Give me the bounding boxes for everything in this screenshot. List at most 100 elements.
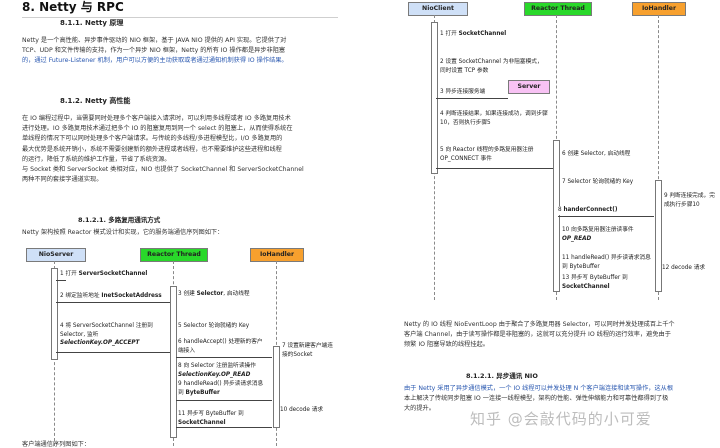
client-step-8-arrow — [558, 216, 654, 217]
client-step-13: 13 异步写 ByteBuffer 到 SocketChannel — [562, 274, 654, 291]
step-number: 2 — [60, 293, 64, 299]
step-number: 7 — [562, 179, 566, 185]
step-6-arrow — [176, 357, 272, 358]
iohandler-activation — [273, 346, 280, 428]
step-text: 向 Selector 注册监听读操作 — [183, 363, 256, 369]
iohandler-activation — [655, 180, 662, 292]
text-line: Netty 是一个高性能、异步事件驱动的 NIO 框架，基于 JAVA NIO … — [22, 37, 287, 44]
iohandler-lifeline-box: IoHandler — [250, 248, 304, 262]
client-step-3: 3 异步连接服务端 — [440, 88, 486, 97]
step-number: 1 — [60, 271, 64, 277]
step-2: 2 绑定监听地址 InetSocketAddress — [60, 292, 162, 301]
text-line: 的运行，降低了系统的维护工作量，节省了系统资源。 — [22, 155, 171, 163]
step-bold: SocketChannel — [178, 419, 226, 426]
step-number: 4 — [60, 323, 64, 329]
step-11: 11 异步写 ByteBuffer 到 SocketChannel — [178, 410, 270, 427]
step-11-arrow — [176, 427, 272, 428]
step-number: 12 — [662, 265, 670, 271]
step-9-arrow — [176, 400, 272, 401]
step-number: 10 — [280, 407, 288, 413]
client-sequence-diagram: NioClient Reactor Thread IoHandler Serve… — [404, 0, 720, 300]
reactor-activation — [170, 286, 177, 438]
text-line: 最大优势是系统开销小，系统不需要创建新的额外进程或者线程，也不需要维护这些进程和… — [22, 145, 282, 153]
left-column: 8. Netty 与 RPC 8.1.1. Netty 原理 Netty 是一个… — [22, 0, 342, 448]
step-italic: SelectionKey.OP_ACCEPT — [60, 340, 140, 346]
step-4-arrow — [56, 352, 170, 353]
step-3: 3 创建 Selector, 启动线程 — [178, 290, 250, 299]
step-text: handleRead() 异步读请求消息到 ByteBuffer — [562, 255, 651, 270]
reactor-thread-lifeline-box: Reactor Thread — [140, 248, 208, 262]
client-step-5-arrow — [436, 168, 553, 169]
text-line: 单线程的情况下可以同时处理多个客户端请求。与传统的多线程/多进程模型比，I/O … — [22, 135, 283, 143]
step-number: 11 — [562, 255, 570, 261]
step-text: 绑定监听地址 — [65, 293, 102, 299]
client-step-10: 10 向多路复用器注册读事件 OP_READ — [562, 226, 654, 243]
client-step-5: 5 向 Reactor 线程的多路复用器注册 OP_CONNECT 事件 — [440, 146, 552, 163]
document-page: 8. Netty 与 RPC 8.1.1. Netty 原理 Netty 是一个… — [0, 0, 720, 448]
nioclient-lifeline-box: NioClient — [408, 2, 468, 16]
heading-8-1-2: 8.1.2. Netty 高性能 — [60, 97, 131, 105]
step-number: 8 — [178, 363, 182, 369]
step-1: 1 打开 ServerSocketChannel — [60, 270, 148, 279]
step-9: 9 handleRead() 异步读请求消息到 ByteBuffer — [178, 380, 268, 397]
paragraph-nioeventloop: Netty 的 IO 线程 NioEventLoop 由于聚合了多路复用器 Se… — [404, 320, 720, 351]
step-number: 5 — [440, 147, 444, 153]
step-10: 10 decode 请求 — [280, 406, 340, 415]
heading-async-nio: 8.1.2.1. 异步通讯 NIO — [466, 372, 538, 380]
reactor-thread-lifeline-box: Reactor Thread — [524, 2, 592, 16]
step-4: 4 将 ServerSocketChannel 注册到 Selector, 监听… — [60, 322, 164, 348]
step-tail: , 启动线程 — [223, 291, 250, 297]
step-bold: InetSocketAddress — [101, 293, 162, 299]
step-number: 6 — [562, 151, 566, 157]
step-italic: SelectionKey.OP_READ — [178, 371, 251, 378]
step-italic: OP_READ — [562, 235, 592, 242]
nioserver-activation — [51, 268, 58, 360]
step-text: 设置新建客户端连接的Socket — [282, 343, 333, 358]
step-number: 11 — [178, 411, 186, 417]
text-line: 由于 Netty 采用了异步通信模式，一个 IO 线程可以并发处理 N 个客户端… — [404, 385, 674, 392]
step-bold: ByteBuffer — [185, 389, 220, 396]
step-text: 向多路复用器注册读事件 — [571, 227, 634, 233]
step-number: 13 — [562, 275, 570, 281]
step-text: 打开 — [445, 31, 459, 37]
step-bold: SocketChannel — [562, 283, 610, 290]
text-line: 与 Socket 类和 ServerSocket 类相对应，NIO 也提供了 S… — [22, 166, 304, 174]
step-text: handerConnect() — [563, 207, 618, 213]
step-text: decode 请求 — [289, 407, 324, 413]
step-text: 异步写 ByteBuffer 到 — [187, 411, 244, 417]
text-line: 进行处理。IO 多路复用技术通过把多个 IO 的阻塞复用到同一个 select … — [22, 125, 293, 133]
section-title: 8. Netty 与 RPC — [22, 0, 338, 18]
client-step-4: 4 判断连接结果，如果连接成功，调到步骤10，否则执行步骤5 — [440, 110, 548, 127]
client-step-3-arrow — [436, 98, 508, 99]
step-bold: SocketChannel — [458, 31, 507, 37]
heading-8-1-2-1: 8.1.2.1. 多路复用通讯方式 — [78, 216, 161, 224]
paragraph-netty-performance: 在 IO 编程过程中，当需要同时处理多个客户端接入请求时，可以利用多线程或者 I… — [22, 114, 342, 185]
zhihu-watermark: 知乎 @会敲代码的小可爱 — [470, 410, 652, 428]
server-sequence-diagram: NioServer Reactor Thread IoHandler 1 打开 … — [22, 246, 342, 446]
step-number: 10 — [562, 227, 570, 233]
client-step-7: 7 Selector 轮询就绪的 Key — [562, 178, 634, 187]
step-5: 5 Selector 轮询就绪的 Key — [178, 322, 250, 331]
server-box: Server — [508, 80, 550, 94]
step-text: 设置 SocketChannel 为非阻塞模式，同时设置 TCP 参数 — [440, 59, 543, 74]
text-line: 客户端 Channel，由于读写操作都是非阻塞的，这就可以充分提升 IO 线程的… — [404, 331, 671, 339]
client-step-8: 8 handerConnect() — [558, 206, 618, 215]
step-text: 异步连接服务端 — [445, 89, 486, 95]
step-number: 3 — [440, 89, 444, 95]
step-text: Selector 轮询就绪的 Key — [567, 179, 634, 185]
step-number: 6 — [178, 339, 182, 345]
nioserver-lifeline-box: NioServer — [26, 248, 86, 262]
step-text: 创建 — [183, 291, 197, 297]
step-text: 创建 Selector, 启动线程 — [567, 151, 631, 157]
step-text: 向 Reactor 线程的多路复用器注册 OP_CONNECT 事件 — [440, 147, 534, 162]
step-text: 异步写 ByteBuffer 到 — [571, 275, 628, 281]
step-text: 判断连接完成，完成执行步骤10 — [664, 193, 715, 208]
step-number: 2 — [440, 59, 444, 65]
step-number: 1 — [440, 31, 444, 37]
text-line: TCP、UDP 和文件传输的支持，作为一个异步 NIO 框架，Netty 的所有… — [22, 47, 286, 55]
step-7: 7 设置新建客户端连接的Socket — [282, 342, 338, 359]
step-number: 9 — [664, 193, 668, 199]
step-text: 将 ServerSocketChannel 注册到 Selector, 监听 — [60, 323, 153, 338]
step-text: 判断连接结果，如果连接成功，调到步骤10，否则执行步骤5 — [440, 111, 548, 126]
step-number: 4 — [440, 111, 444, 117]
